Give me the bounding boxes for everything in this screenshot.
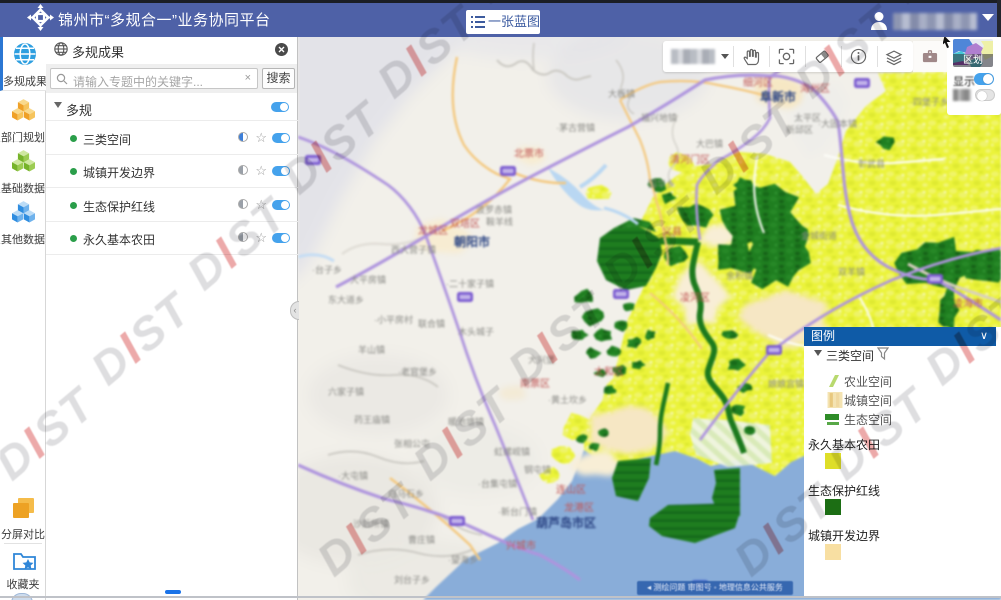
svg-text:·黄土坎乡: ·黄土坎乡 <box>548 394 587 405</box>
svg-text:刘台子乡: 刘台子乡 <box>394 574 430 585</box>
svg-text:波罗赤镇: 波罗赤镇 <box>476 204 512 215</box>
svg-text:·茅古营镇: ·茅古营镇 <box>556 122 595 133</box>
svg-text:双塔区: 双塔区 <box>450 217 480 230</box>
svg-text:大板镇: 大板镇 <box>608 88 635 99</box>
svg-text:·二十家子镇: ·二十家子镇 <box>446 278 494 289</box>
svg-text:东大道乡: 东大道乡 <box>328 294 364 305</box>
svg-text:彰武县: 彰武县 <box>858 158 885 169</box>
svg-text:义县: 义县 <box>662 226 682 238</box>
svg-text:新邱区: 新邱区 <box>786 124 813 135</box>
svg-text:白马石乡: 白马石乡 <box>388 488 424 499</box>
svg-text:木头城子: 木头城子 <box>458 326 494 337</box>
svg-text:药王庙镇: 药王庙镇 <box>354 414 390 425</box>
svg-text:·福兴地镇: ·福兴地镇 <box>638 112 677 123</box>
svg-text:太平区: 太平区 <box>794 112 821 123</box>
svg-text:凌海市: 凌海市 <box>953 297 983 310</box>
svg-text:·台集屯镇: ·台集屯镇 <box>478 478 517 489</box>
svg-text:余积镇: 余积镇 <box>726 270 753 281</box>
svg-text:阜新市: 阜新市 <box>760 89 796 104</box>
svg-text:朝阳市: 朝阳市 <box>454 234 490 249</box>
svg-text:西大营子镇: 西大营子镇 <box>391 244 436 255</box>
svg-text:钢屯镇: 钢屯镇 <box>524 464 551 475</box>
svg-text:·大固本镇: ·大固本镇 <box>818 118 857 129</box>
svg-text:联合镇: 联合镇 <box>418 318 445 329</box>
svg-text:大兴堡: 大兴堡 <box>528 354 555 365</box>
svg-text:曹庄镇: 曹庄镇 <box>408 534 435 545</box>
svg-text:南票区: 南票区 <box>520 377 550 390</box>
svg-text:凌河区: 凌河区 <box>680 291 710 304</box>
svg-text:·小平房村: ·小平房村 <box>374 314 413 325</box>
svg-text:·大屯镇: ·大屯镇 <box>338 470 368 481</box>
svg-text:·金城街道: ·金城街道 <box>798 230 837 241</box>
svg-text:大巴镇: 大巴镇 <box>696 138 723 149</box>
svg-text:娘娘宫镇: 娘娘宫镇 <box>768 378 804 389</box>
svg-text:龙港区: 龙港区 <box>564 501 594 514</box>
svg-text:连山区: 连山区 <box>556 483 586 496</box>
svg-text:·台子乡: ·台子乡 <box>312 264 342 275</box>
svg-text:大平房镇: 大平房镇 <box>350 274 386 285</box>
svg-text:·沙后所镇: ·沙后所镇 <box>350 518 389 529</box>
svg-text:细河区: 细河区 <box>743 76 773 89</box>
svg-text:龙城区: 龙城区 <box>418 224 448 237</box>
svg-text:暖池塘镇: 暖池塘镇 <box>448 416 484 427</box>
svg-text:兴城市: 兴城市 <box>506 539 536 552</box>
svg-text:六家子镇: 六家子镇 <box>328 386 364 397</box>
svg-text:·新台门镇: ·新台门镇 <box>498 506 537 517</box>
svg-text:虹螺岘镇: 虹螺岘镇 <box>494 446 530 457</box>
svg-text:北票市: 北票市 <box>514 147 544 160</box>
svg-text:鞍羊线: 鞍羊线 <box>486 216 513 227</box>
svg-text:双羊镇: 双羊镇 <box>838 266 865 277</box>
svg-text:海州区: 海州区 <box>800 82 830 95</box>
svg-text:清河门区: 清河门区 <box>670 153 710 166</box>
svg-text:·老官堡乡: ·老官堡乡 <box>398 366 437 377</box>
svg-text:·望海乡: ·望海乡 <box>448 554 478 565</box>
svg-text:太和区: 太和区 <box>594 365 624 378</box>
svg-text:葫芦岛市区: 葫芦岛市区 <box>536 515 596 530</box>
svg-text:羊山镇: 羊山镇 <box>358 344 385 355</box>
svg-text:·四堡子乡: ·四堡子乡 <box>910 96 949 107</box>
svg-text:国华乡: 国华乡 <box>648 178 675 189</box>
svg-text:张相公屯: 张相公屯 <box>394 438 430 449</box>
